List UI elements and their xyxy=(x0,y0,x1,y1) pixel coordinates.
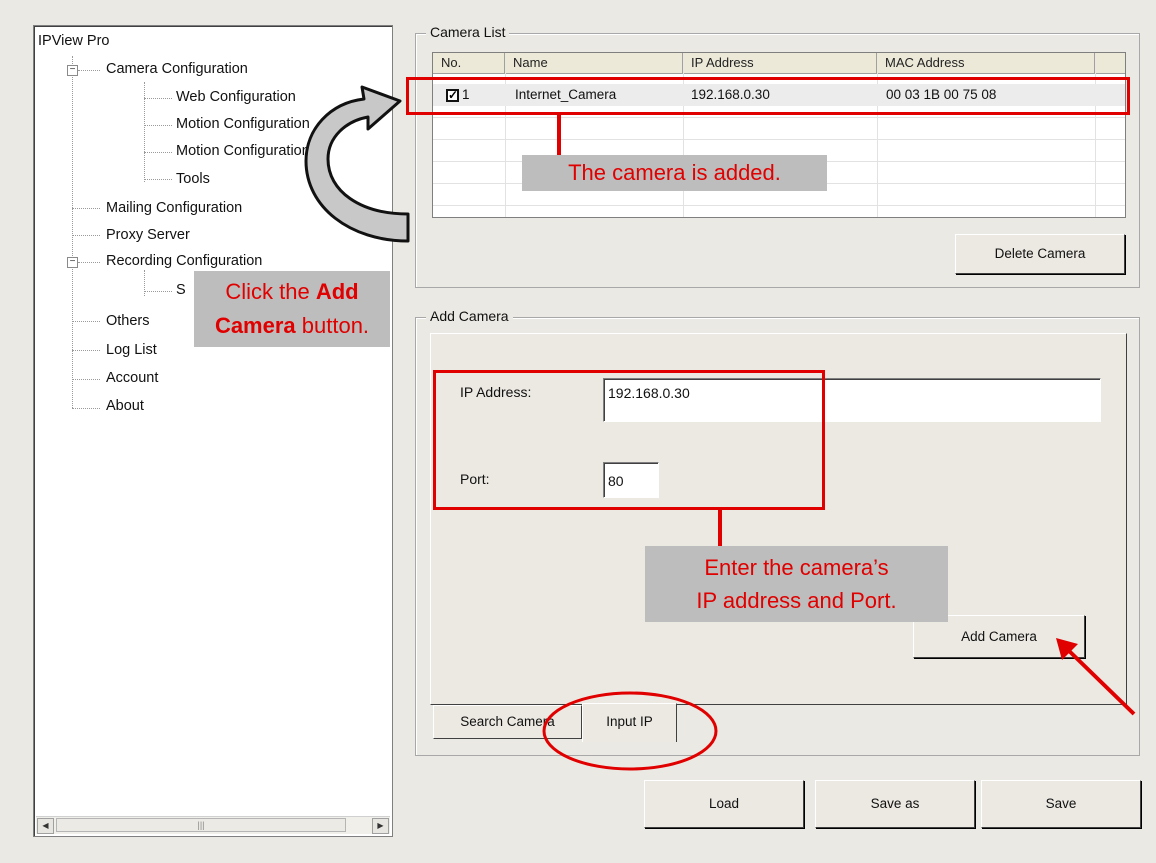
column-header-no[interactable]: No. xyxy=(433,53,505,73)
tree-item-web-configuration[interactable]: Web Configuration xyxy=(176,89,296,105)
callout-connector xyxy=(557,115,561,155)
save-as-button[interactable]: Save as xyxy=(815,780,975,828)
horizontal-scrollbar[interactable]: ◀ ||| ▶ xyxy=(36,816,390,834)
tree-item-recording-configuration[interactable]: Recording Configuration xyxy=(106,253,262,269)
tree-item-camera-configuration[interactable]: Camera Configuration xyxy=(106,61,248,77)
table-header: No. Name IP Address MAC Address xyxy=(433,53,1125,74)
scroll-left-icon[interactable]: ◀ xyxy=(37,818,54,834)
curved-arrow-icon xyxy=(304,85,410,243)
save-button[interactable]: Save xyxy=(981,780,1141,828)
camera-list-title: Camera List xyxy=(426,24,510,40)
tree-item-recording-sub[interactable]: S xyxy=(176,282,186,298)
collapse-icon[interactable]: − xyxy=(67,65,78,76)
ipview-window: IPView Pro − Camera Configuration Web Co… xyxy=(0,0,1156,863)
column-header-name[interactable]: Name xyxy=(505,53,683,73)
enter-ip-callout: Enter the camera’s IP address and Port. xyxy=(645,546,948,622)
collapse-icon[interactable]: − xyxy=(67,257,78,268)
added-camera-highlight xyxy=(406,77,1130,115)
scroll-right-icon[interactable]: ▶ xyxy=(372,818,389,834)
add-camera-title: Add Camera xyxy=(426,308,513,324)
scroll-thumb[interactable]: ||| xyxy=(56,818,346,832)
tree-connector xyxy=(144,82,145,182)
callout-connector xyxy=(718,510,722,548)
load-button[interactable]: Load xyxy=(644,780,804,828)
tree-item-motion-configuration-2[interactable]: Motion Configuration xyxy=(176,143,310,159)
tree-connector xyxy=(144,270,145,296)
tree-item-mailing-configuration[interactable]: Mailing Configuration xyxy=(106,200,242,216)
arrow-pointer-icon xyxy=(1056,638,1136,716)
tree-item-log-list[interactable]: Log List xyxy=(106,342,157,358)
tree-item-motion-configuration-1[interactable]: Motion Configuration xyxy=(176,116,310,132)
column-header-mac-address[interactable]: MAC Address xyxy=(877,53,1095,73)
camera-added-callout: The camera is added. xyxy=(522,155,827,191)
ip-port-highlight xyxy=(433,370,825,510)
column-header-ip-address[interactable]: IP Address xyxy=(683,53,877,73)
tree-item-proxy-server[interactable]: Proxy Server xyxy=(106,227,190,243)
tree-item-about[interactable]: About xyxy=(106,398,144,414)
tree-root-label[interactable]: IPView Pro xyxy=(38,33,109,49)
tree-item-tools[interactable]: Tools xyxy=(176,171,210,187)
tree-item-others[interactable]: Others xyxy=(106,313,150,329)
tree-item-account[interactable]: Account xyxy=(106,370,158,386)
input-ip-tab-highlight xyxy=(542,691,718,771)
tree-connector xyxy=(72,56,73,408)
click-add-camera-callout: Click the Add Camera button. xyxy=(194,271,390,347)
delete-camera-button[interactable]: Delete Camera xyxy=(955,234,1125,274)
